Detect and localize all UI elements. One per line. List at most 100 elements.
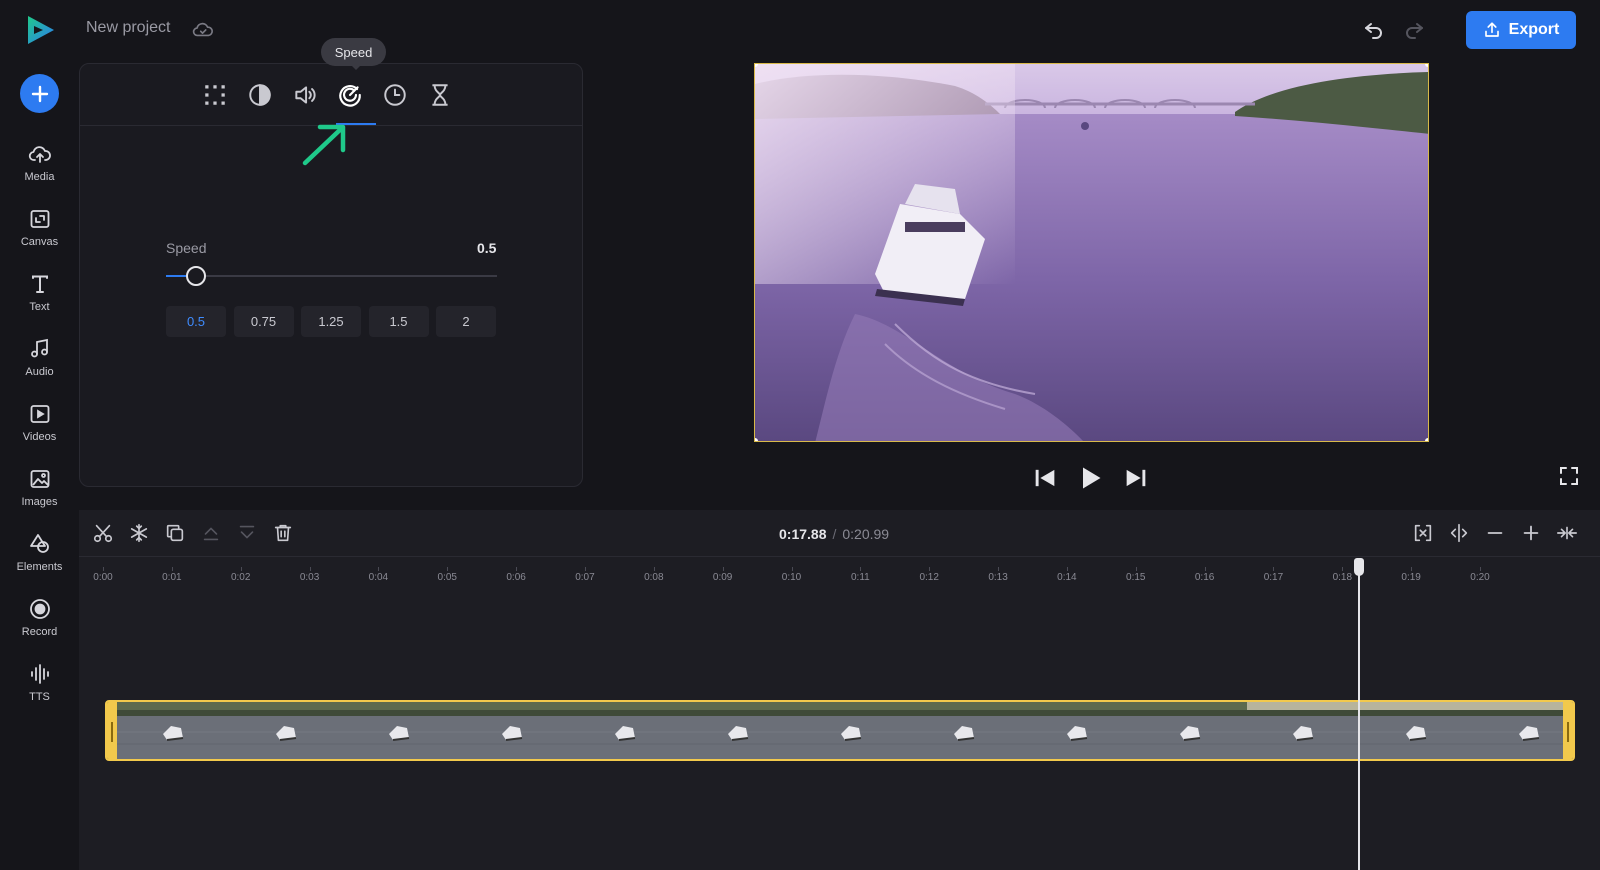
video-preview[interactable]: [754, 63, 1429, 442]
image-icon: [30, 470, 49, 488]
split-button[interactable]: [92, 522, 114, 544]
ruler-tick-label: 0:08: [644, 572, 664, 583]
split-view-button[interactable]: [1448, 522, 1470, 544]
tab-audio[interactable]: [292, 82, 318, 108]
ruler-tick-mark: [309, 567, 311, 571]
ruler-tick-label: 0:04: [368, 572, 389, 583]
annotation-arrow-icon: [302, 124, 346, 166]
clip-thumbnail: [230, 702, 343, 759]
move-down-button[interactable]: [236, 522, 258, 544]
music-note-icon: [30, 338, 48, 358]
move-up-icon: [203, 527, 219, 541]
volume-icon: [295, 86, 316, 104]
sidebar-item-tts[interactable]: TTS: [0, 658, 79, 716]
fullscreen-button[interactable]: [1557, 464, 1581, 488]
skip-forward-button[interactable]: [1122, 464, 1150, 492]
add-media-button[interactable]: [20, 74, 59, 113]
fullscreen-icon: [1560, 467, 1578, 485]
ruler-tick-label: 0:06: [506, 572, 526, 583]
sidebar-item-audio[interactable]: Audio: [0, 333, 79, 391]
tab-speed[interactable]: [337, 82, 363, 108]
clip-trim-end-handle[interactable]: [1563, 702, 1573, 759]
sidebar-item-canvas[interactable]: Canvas: [0, 203, 79, 261]
ruler-tick-label: 0:12: [919, 572, 939, 583]
snowflake-icon: [130, 523, 148, 543]
export-button[interactable]: Export: [1466, 11, 1576, 49]
zoom-out-button[interactable]: [1484, 522, 1506, 544]
project-title[interactable]: New project: [86, 19, 170, 37]
tab-transform[interactable]: [202, 82, 228, 108]
playhead-handle[interactable]: [1354, 558, 1364, 576]
tab-filters[interactable]: [247, 82, 273, 108]
video-play-icon: [30, 405, 49, 423]
time-display: 0:17.88 / 0:20.99: [779, 526, 889, 542]
delete-button[interactable]: [272, 522, 294, 544]
sidebar-item-images[interactable]: Images: [0, 463, 79, 521]
sidebar-item-videos[interactable]: Videos: [0, 398, 79, 456]
ruler-tick-label: 0:15: [1126, 572, 1146, 583]
freeze-button[interactable]: [128, 522, 150, 544]
ruler-tick-mark: [1273, 567, 1275, 571]
duplicate-button[interactable]: [164, 522, 186, 544]
fit-timeline-button[interactable]: [1412, 522, 1434, 544]
ruler-tick-mark: [1342, 567, 1344, 571]
sidebar-item-label: Media: [24, 171, 55, 183]
sidebar-item-media[interactable]: Media: [0, 138, 79, 196]
ruler-tick-label: 0:13: [988, 572, 1008, 583]
clip-thumbnail: [1247, 702, 1360, 759]
play-button[interactable]: [1076, 464, 1104, 492]
sidebar-item-label: Elements: [16, 561, 63, 573]
ruler-tick-mark: [447, 567, 449, 571]
split-view-icon: [1450, 523, 1468, 543]
clip-thumbnail: [456, 702, 569, 759]
skip-forward-icon: [1126, 469, 1146, 487]
ruler-tick-mark: [171, 567, 173, 571]
clip-thumbnail: [1360, 702, 1473, 759]
sidebar-item-label: Canvas: [20, 236, 59, 248]
total-time: 0:20.99: [842, 526, 890, 542]
video-clip[interactable]: [105, 700, 1575, 761]
ruler-tick-mark: [1480, 567, 1481, 571]
speed-preset-button[interactable]: 1.25: [301, 306, 361, 337]
timeline-ruler[interactable]: 0:00 0:01 0:02 0:03 0:04 0:05 0:06 0:07 0:08 0:09…: [79, 557, 1600, 597]
ruler-tick-label: 0:07: [575, 572, 595, 583]
speed-slider-track[interactable]: [166, 275, 497, 277]
tab-duration[interactable]: [427, 82, 453, 108]
speed-icon: [339, 84, 361, 107]
clip-trim-start-handle[interactable]: [107, 702, 117, 759]
sidebar-item-label: Images: [21, 496, 58, 508]
zoom-in-button[interactable]: [1520, 522, 1542, 544]
speed-preset-button[interactable]: 1.5: [368, 306, 429, 337]
speed-preset-button[interactable]: 2: [436, 306, 496, 337]
speed-preset-button[interactable]: 0.5: [166, 306, 226, 337]
sidebar-item-elements[interactable]: Elements: [0, 528, 79, 586]
skip-back-button[interactable]: [1031, 464, 1059, 492]
ruler-tick-label: 0:00: [93, 572, 113, 583]
ruler-tick-mark: [998, 567, 1000, 571]
app-logo[interactable]: [24, 14, 56, 46]
sidebar-item-label: Text: [29, 301, 50, 313]
sidebar-item-record[interactable]: Record: [0, 593, 79, 651]
undo-button[interactable]: [1362, 18, 1386, 42]
ruler-tick-label: 0:10: [781, 572, 802, 583]
redo-button[interactable]: [1402, 18, 1426, 42]
ruler-tick-label: 0:16: [1194, 572, 1215, 583]
duplicate-icon: [166, 524, 184, 542]
minus-icon: [1487, 532, 1503, 534]
move-down-icon: [239, 525, 255, 539]
sidebar-item-label: Videos: [22, 431, 57, 443]
sidebar-item-text[interactable]: Text: [0, 268, 79, 326]
clip-thumbnail: [682, 702, 795, 759]
collapse-button[interactable]: [1556, 522, 1578, 544]
clock-icon: [384, 84, 406, 106]
tab-timing[interactable]: [382, 82, 408, 108]
ruler-tick-label: 0:09: [712, 572, 733, 583]
ruler-tick-mark: [378, 567, 380, 571]
upload-icon: [1484, 22, 1499, 37]
skip-back-icon: [1035, 469, 1055, 487]
speed-slider-thumb[interactable]: [185, 266, 206, 286]
ruler-tick-label: 0:03: [299, 572, 320, 583]
sidebar: Media Canvas Text Audio Videos Images El…: [0, 0, 79, 870]
speed-preset-button[interactable]: 0.75: [233, 306, 294, 337]
move-up-button[interactable]: [200, 522, 222, 544]
